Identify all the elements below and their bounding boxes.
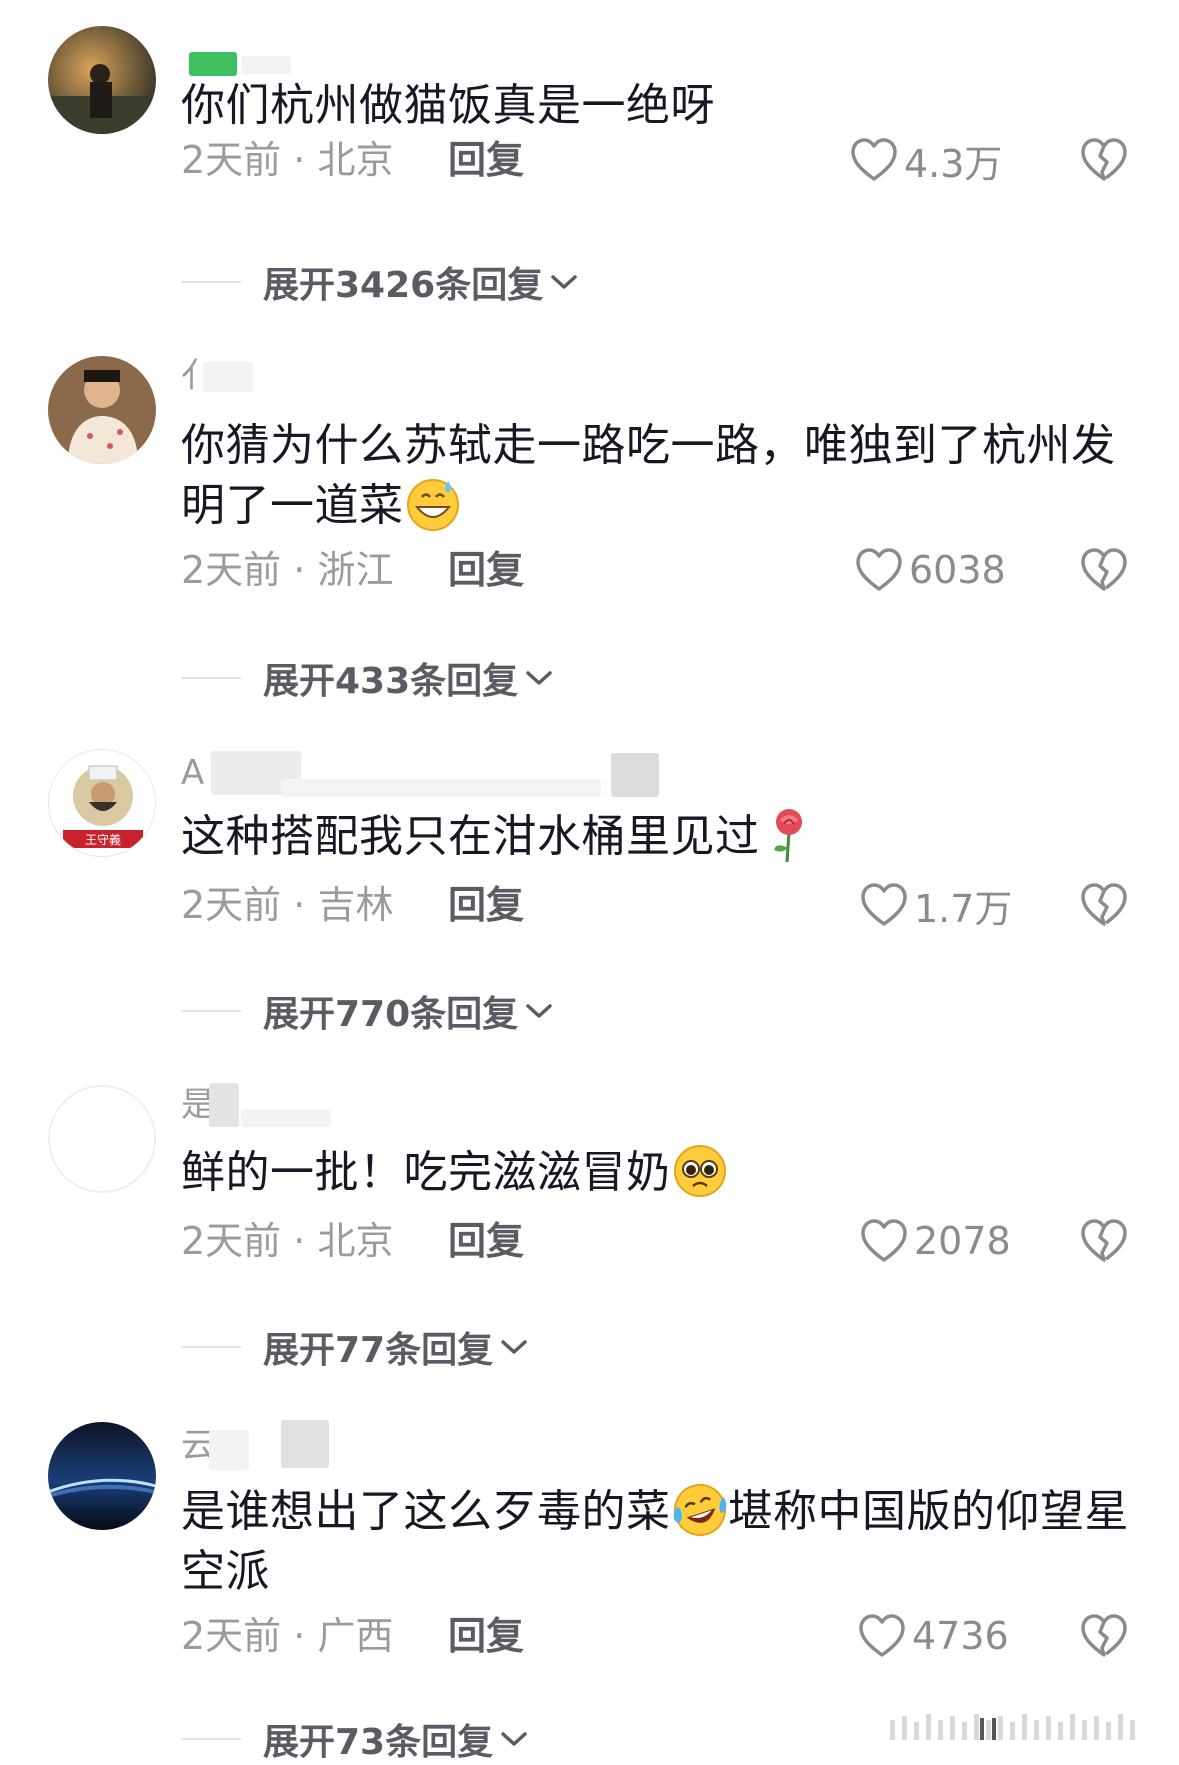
username-redaction xyxy=(203,362,253,392)
divider xyxy=(181,677,241,679)
avatar[interactable] xyxy=(48,1085,156,1193)
like-count: 4.3万 xyxy=(904,141,1003,186)
avatar[interactable] xyxy=(48,26,156,134)
watermark-graphic xyxy=(890,1712,1160,1742)
dislike-button[interactable] xyxy=(1080,546,1128,594)
dislike-button[interactable] xyxy=(1080,136,1128,184)
broken-heart-icon xyxy=(1081,548,1127,591)
comment-text: 你猜为什么苏轼走一路吃一路，唯独到了杭州发明了一道菜 xyxy=(181,420,1116,533)
dislike-button[interactable] xyxy=(1080,1612,1128,1660)
divider xyxy=(181,1346,241,1348)
avatar[interactable] xyxy=(48,1422,156,1530)
like-button[interactable]: 2078 xyxy=(860,1216,1011,1266)
username-redaction xyxy=(281,1420,329,1468)
username-redaction xyxy=(209,1430,249,1470)
comment-time: 2天前 xyxy=(181,1219,282,1263)
username-redaction xyxy=(241,56,291,74)
comment-meta: 2天前 · 北京 xyxy=(181,1216,393,1266)
reply-button[interactable]: 回复 xyxy=(448,135,524,185)
expand-replies-label: 展开77条回复 xyxy=(263,1330,494,1371)
comment-location: 广西 xyxy=(317,1614,394,1658)
like-count: 1.7万 xyxy=(914,886,1013,931)
comment-meta: 2天前 · 浙江 xyxy=(181,545,393,595)
heart-icon xyxy=(861,1219,907,1262)
username-redaction xyxy=(611,753,659,797)
heart-icon xyxy=(856,548,902,591)
comment-location: 吉林 xyxy=(317,883,394,927)
comment-text: 这种搭配我只在泔水桶里见过 xyxy=(181,807,1141,867)
rose-emoji xyxy=(760,806,818,864)
like-count: 6038 xyxy=(909,548,1006,592)
chevron-down-icon xyxy=(526,1004,552,1018)
divider xyxy=(181,1738,241,1740)
laughing-crying-emoji xyxy=(671,1481,729,1539)
reply-button[interactable]: 回复 xyxy=(448,1611,524,1661)
avatar[interactable] xyxy=(48,356,156,464)
like-count: 4736 xyxy=(912,1614,1009,1658)
heart-icon xyxy=(859,1614,905,1657)
expand-replies-label: 展开3426条回复 xyxy=(263,265,544,306)
reply-button[interactable]: 回复 xyxy=(448,880,524,930)
expand-replies-button[interactable]: 展开73条回复 xyxy=(181,1714,529,1764)
comment-text: 鲜的一批！吃完滋滋冒奶 xyxy=(181,1143,1141,1203)
meta-separator: · xyxy=(281,883,318,927)
meta-separator: · xyxy=(281,1219,318,1263)
expand-replies-button[interactable]: 展开3426条回复 xyxy=(181,257,579,307)
comment-location: 浙江 xyxy=(317,548,394,592)
meta-separator: · xyxy=(281,138,318,182)
meta-separator: · xyxy=(281,1614,318,1658)
broken-heart-icon xyxy=(1081,1219,1127,1262)
broken-heart-icon xyxy=(1081,138,1127,181)
username[interactable]: 亻 xyxy=(181,354,253,398)
heart-icon xyxy=(851,138,897,181)
username-redaction xyxy=(209,1083,239,1127)
dislike-button[interactable] xyxy=(1080,1217,1128,1265)
username[interactable]: A xyxy=(181,751,659,797)
broken-heart-icon xyxy=(1081,1614,1127,1657)
expand-replies-button[interactable]: 展开77条回复 xyxy=(181,1322,529,1372)
reply-button[interactable]: 回复 xyxy=(448,545,524,595)
chevron-down-icon xyxy=(501,1732,527,1746)
username-redaction xyxy=(281,779,601,797)
expand-replies-label: 展开433条回复 xyxy=(263,661,519,702)
expand-replies-label: 展开73条回复 xyxy=(263,1722,494,1763)
meta-separator: · xyxy=(281,548,318,592)
expand-replies-button[interactable]: 展开770条回复 xyxy=(181,986,554,1036)
pleading-face-emoji xyxy=(671,1142,729,1200)
broken-heart-icon xyxy=(1081,883,1127,926)
comment-time: 2天前 xyxy=(181,548,282,592)
like-count: 2078 xyxy=(914,1219,1011,1263)
chevron-down-icon xyxy=(526,671,552,685)
comment-location: 北京 xyxy=(317,1219,394,1263)
comment-text: 是谁想出了这么歹毒的菜 堪称中国版的仰望星空派 xyxy=(181,1482,1141,1602)
comment-meta: 2天前 · 吉林 xyxy=(181,880,393,930)
comment-time: 2天前 xyxy=(181,883,282,927)
like-button[interactable]: 1.7万 xyxy=(860,880,1013,931)
like-button[interactable]: 4736 xyxy=(858,1611,1009,1661)
comment-meta: 2天前 · 广西 xyxy=(181,1611,393,1661)
avatar[interactable]: 王守義 xyxy=(48,749,156,857)
heart-icon xyxy=(861,883,907,926)
grinning-sweat-emoji xyxy=(404,475,462,533)
like-button[interactable]: 4.3万 xyxy=(850,135,1003,186)
comment-time: 2天前 xyxy=(181,1614,282,1658)
like-button[interactable]: 6038 xyxy=(855,545,1006,595)
username-redaction xyxy=(241,1109,331,1127)
chevron-down-icon xyxy=(501,1340,527,1354)
username[interactable]: 是 xyxy=(181,1083,331,1127)
comment-meta: 2天前 · 北京 xyxy=(181,135,393,185)
comment-location: 北京 xyxy=(317,138,394,182)
username[interactable]: 云 xyxy=(181,1420,329,1470)
chevron-down-icon xyxy=(551,275,577,289)
divider xyxy=(181,281,241,283)
comment-time: 2天前 xyxy=(181,138,282,182)
username-redaction xyxy=(189,52,237,76)
svg-text:王守義: 王守義 xyxy=(85,832,121,847)
divider xyxy=(181,1010,241,1012)
reply-button[interactable]: 回复 xyxy=(448,1216,524,1266)
expand-replies-button[interactable]: 展开433条回复 xyxy=(181,653,554,703)
dislike-button[interactable] xyxy=(1080,881,1128,929)
expand-replies-label: 展开770条回复 xyxy=(263,994,519,1035)
comment-text: 你们杭州做猫饭真是一绝呀 xyxy=(181,80,715,131)
